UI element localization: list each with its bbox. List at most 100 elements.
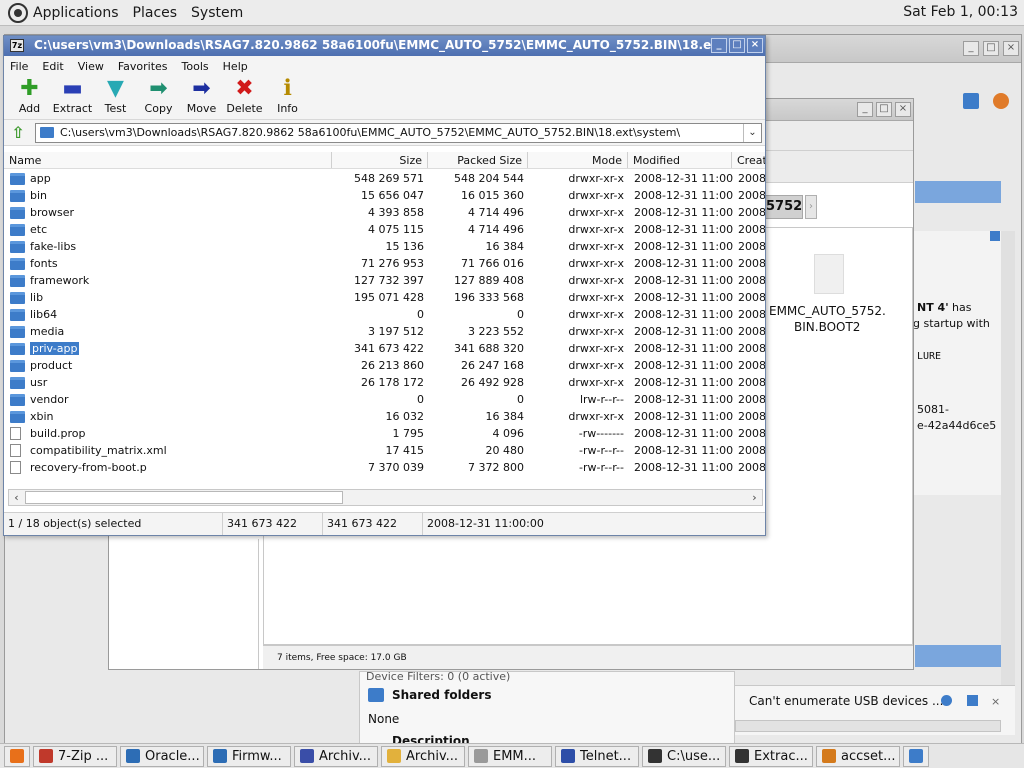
minimize-button[interactable]: _ <box>857 102 873 117</box>
menu-file[interactable]: File <box>10 60 28 73</box>
file-row[interactable]: fake-libs 15 136 16 384 drwxr-xr-x 2008-12-3… <box>4 238 765 255</box>
taskbar-button[interactable]: Oracle... <box>120 745 204 767</box>
file-row[interactable]: bin 15 656 047 16 015 360 drwxr-xr-x 2008-12… <box>4 187 765 204</box>
file-row[interactable]: recovery-from-boot.p 7 370 039 7 372 800 -r… <box>4 459 765 476</box>
usb-icon[interactable] <box>990 231 1000 241</box>
file-row[interactable]: usr 26 178 172 26 492 928 drwxr-xr-x 2008-12… <box>4 374 765 391</box>
show-desktop-button[interactable] <box>903 745 929 767</box>
7zip-titlebar[interactable]: 7z C:\users\vm3\Downloads\RSAG7.820.9862… <box>4 36 765 56</box>
path-tab[interactable]: 5752 <box>765 195 803 219</box>
file-icon <box>10 461 21 474</box>
close-button[interactable]: × <box>895 102 911 117</box>
file-row[interactable]: compatibility_matrix.xml 17 415 20 480 -rw-… <box>4 442 765 459</box>
file-row[interactable]: app 548 269 571 548 204 544 drwxr-xr-x 2008-… <box>4 170 765 187</box>
path-next-button[interactable]: › <box>805 195 817 219</box>
taskbar-label: Extrac... <box>754 748 808 764</box>
test-button[interactable]: ▼ Test <box>94 76 137 119</box>
details-scrollbar[interactable] <box>1001 231 1015 731</box>
boot2-file-icon[interactable] <box>814 254 844 294</box>
notification-scrollbar[interactable] <box>735 720 1001 732</box>
file-row[interactable]: xbin 16 032 16 384 drwxr-xr-x 2008-12-31 11:… <box>4 408 765 425</box>
taskbar-button[interactable]: EMM... <box>468 745 552 767</box>
column-packed-size[interactable]: Packed Size <box>428 152 528 168</box>
taskbar-button[interactable]: 7-Zip ... <box>33 745 117 767</box>
minimize-button[interactable]: _ <box>711 38 727 53</box>
close-button[interactable]: × <box>747 38 763 53</box>
7zip-app-icon[interactable]: 7z <box>10 39 24 52</box>
column-size[interactable]: Size <box>332 152 428 168</box>
maximize-button[interactable]: □ <box>983 41 999 56</box>
file-row[interactable]: product 26 213 860 26 247 168 drwxr-xr-x 200… <box>4 357 765 374</box>
file-row[interactable]: framework 127 732 397 127 889 408 drwxr-xr-… <box>4 272 765 289</box>
column-modified[interactable]: Modified <box>628 152 732 168</box>
clock[interactable]: Sat Feb 1, 00:13 <box>903 4 1018 20</box>
close-button[interactable]: × <box>1003 41 1019 56</box>
move-button[interactable]: ➡ Move <box>180 76 223 119</box>
maximize-button[interactable]: □ <box>876 102 892 117</box>
scroll-right-icon[interactable]: › <box>747 490 762 505</box>
cell-size: 26 178 172 <box>361 376 424 389</box>
delete-icon: ✖ <box>235 76 254 101</box>
maximize-button[interactable]: □ <box>729 38 745 53</box>
taskbar-button[interactable]: accset... <box>816 745 900 767</box>
menu-system[interactable]: System <box>191 5 243 21</box>
settings-icon[interactable] <box>963 93 979 109</box>
column-name[interactable]: Name <box>4 152 332 168</box>
snapshot-icon[interactable] <box>993 93 1009 109</box>
menu-edit[interactable]: Edit <box>42 60 63 73</box>
up-arrow-icon[interactable]: ⇧ <box>7 123 29 143</box>
extract-button[interactable]: ▬ Extract <box>51 76 94 119</box>
cell-size: 0 <box>417 308 424 321</box>
taskbar-button[interactable]: Extrac... <box>729 745 813 767</box>
copy-button[interactable]: ➡ Copy <box>137 76 180 119</box>
copy-icon: ➡ <box>149 76 168 101</box>
taskbar-button[interactable]: Firmw... <box>207 745 291 767</box>
address-dropdown-icon[interactable]: ⌄ <box>743 123 761 142</box>
help-icon[interactable] <box>941 695 952 706</box>
menu-applications[interactable]: Applications <box>33 5 119 21</box>
taskbar-button[interactable]: Archiv... <box>294 745 378 767</box>
minimize-button[interactable]: _ <box>963 41 979 56</box>
menu-view[interactable]: View <box>78 60 104 73</box>
status-packed: 341 673 422 <box>323 513 423 535</box>
menu-favorites[interactable]: Favorites <box>118 60 168 73</box>
file-row[interactable]: build.prop 1 795 4 096 -rw------- 2008-12-31… <box>4 425 765 442</box>
file-row[interactable]: browser 4 393 858 4 714 496 drwxr-xr-x 2008-… <box>4 204 765 221</box>
menu-places[interactable]: Places <box>133 5 178 21</box>
taskbar-button[interactable]: Telnet... <box>555 745 639 767</box>
info-button[interactable]: ℹ Info <box>266 76 309 119</box>
taskbar-button[interactable]: C:\use... <box>642 745 726 767</box>
file-row[interactable]: lib 195 071 428 196 333 568 drwxr-xr-x 2008-… <box>4 289 765 306</box>
file-name: lib64 <box>30 308 58 321</box>
gnome-foot-icon[interactable] <box>8 2 28 23</box>
file-row[interactable]: priv-app 341 673 422 341 688 320 drwxr-xr-x… <box>4 340 765 357</box>
shared-folders-heading[interactable]: Shared folders <box>392 688 491 702</box>
boot2-file-name-line2[interactable]: BIN.BOOT2 <box>794 320 860 334</box>
taskbar-button[interactable]: Archiv... <box>381 745 465 767</box>
os-type-text: NT 4' has <box>917 301 972 314</box>
scrollbar-thumb[interactable] <box>25 491 343 504</box>
menu-tools[interactable]: Tools <box>182 60 209 73</box>
folder-icon <box>10 410 25 423</box>
usb-notification[interactable]: Can't enumerate USB devices ... × <box>735 685 1015 735</box>
delete-button[interactable]: ✖ Delete <box>223 76 266 119</box>
file-row[interactable]: lib64 0 0 drwxr-xr-x 2008-12-31 11:00 2008- <box>4 306 765 323</box>
file-row[interactable]: media 3 197 512 3 223 552 drwxr-xr-x 2008-12… <box>4 323 765 340</box>
boot2-file-name-line1[interactable]: EMMC_AUTO_5752. <box>769 304 886 318</box>
file-row[interactable]: etc 4 075 115 4 714 496 drwxr-xr-x 2008-12-3… <box>4 221 765 238</box>
column-mode[interactable]: Mode <box>528 152 628 168</box>
close-notification-icon[interactable]: × <box>991 695 1000 708</box>
horizontal-scrollbar[interactable]: ‹ › <box>8 489 763 506</box>
menu-help[interactable]: Help <box>223 60 248 73</box>
scroll-left-icon[interactable]: ‹ <box>9 490 24 505</box>
file-row[interactable]: fonts 71 276 953 71 766 016 drwxr-xr-x 2008-… <box>4 255 765 272</box>
address-input[interactable]: C:\users\vm3\Downloads\RSAG7.820.9862 58… <box>35 122 762 143</box>
cell-modified: 2008-12-31 11:00 <box>634 274 734 287</box>
cell-size: 341 673 422 <box>354 342 424 355</box>
startup-text: g startup with <box>913 317 990 330</box>
firefox-launcher[interactable] <box>4 745 30 767</box>
column-created[interactable]: Creat <box>732 152 765 168</box>
file-row[interactable]: vendor 0 0 lrw-r--r-- 2008-12-31 11:00 2008- <box>4 391 765 408</box>
dismiss-icon[interactable] <box>967 695 978 706</box>
add-button[interactable]: ✚ Add <box>8 76 51 119</box>
